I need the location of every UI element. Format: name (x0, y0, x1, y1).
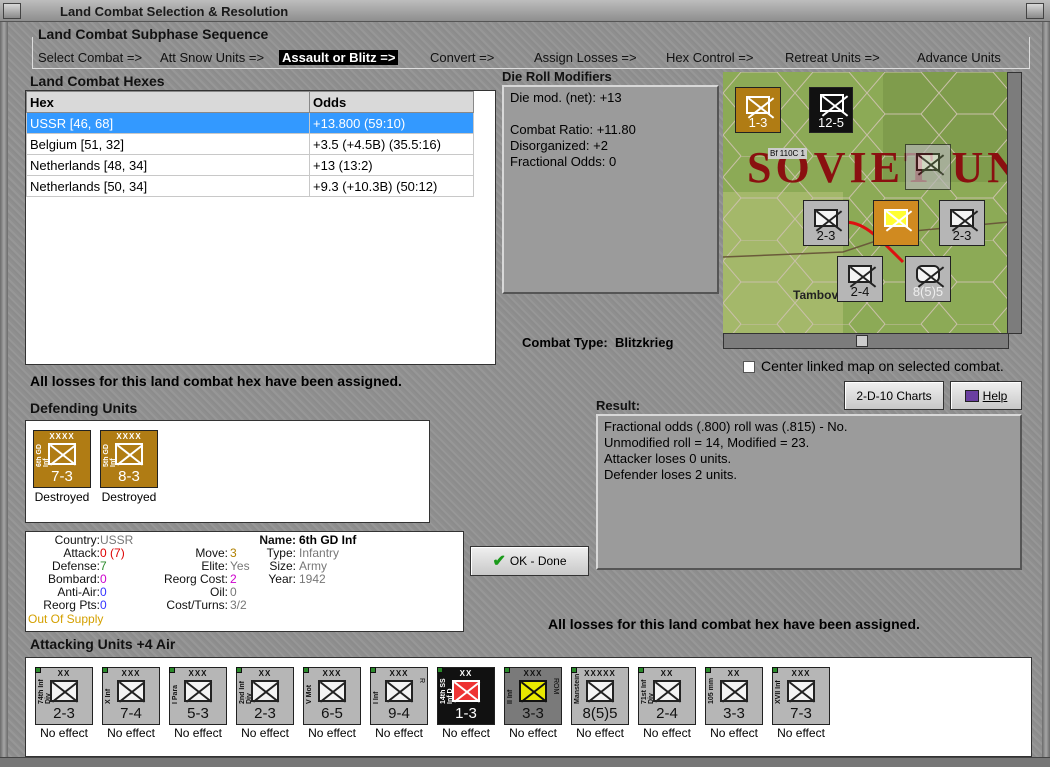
unit-status: No effect (777, 726, 825, 740)
attacking-unit[interactable]: XXX I Para 5-3 (169, 667, 227, 725)
defending-unit[interactable]: XXXX 6th GD Inf 7-3 (33, 430, 91, 488)
frame-left (0, 22, 8, 767)
map-unit[interactable]: 2-3 (939, 200, 985, 246)
fractional-odds: Fractional Odds: 0 (510, 154, 617, 169)
map-horizontal-scrollbar[interactable] (723, 333, 1009, 349)
unit-status: No effect (710, 726, 758, 740)
combat-hexes-table: Hex Odds USSR [46, 68] +13.800 (59:10) Be… (26, 91, 474, 197)
attacking-panel: XX 74th Inf Div 2-3 No effect XXX X Inf 7-4 No … (25, 657, 1032, 757)
attacking-unit[interactable]: XXX X Inf 7-4 (102, 667, 160, 725)
unit-status: No effect (576, 726, 624, 740)
map-unit[interactable] (873, 200, 919, 246)
result-line: Fractional odds (.800) roll was (.815) -… (604, 419, 848, 434)
title-bar: Land Combat Selection & Resolution (0, 0, 1050, 22)
column-header-hex[interactable]: Hex (26, 91, 310, 113)
center-map-label: Center linked map on selected combat. (761, 358, 1004, 374)
unit-status: No effect (107, 726, 155, 740)
step-select-combat[interactable]: Select Combat => (38, 50, 142, 65)
map-air-unit[interactable]: Bf 110C 1 (768, 148, 807, 159)
window-title: Land Combat Selection & Resolution (60, 4, 289, 19)
defending-unit[interactable]: XXXX 5th GD Inf 8-3 (100, 430, 158, 488)
result-line: Attacker loses 0 units. (604, 451, 732, 466)
unit-status: No effect (442, 726, 490, 740)
map-unit[interactable]: 2-3 (803, 200, 849, 246)
disorganized: Disorganized: +2 (510, 138, 608, 153)
die-roll-panel: Die mod. (net): +13 Combat Ratio: +11.80… (502, 85, 719, 294)
combat-type: Combat Type: Blitzkrieg (522, 335, 673, 350)
combat-type-value: Blitzkrieg (614, 335, 674, 350)
unit-status: No effect (375, 726, 423, 740)
attacking-unit[interactable]: XX 74th Inf Div 2-3 (35, 667, 93, 725)
combat-hexes-panel: Hex Odds USSR [46, 68] +13.800 (59:10) Be… (25, 90, 496, 365)
combat-hexes-title: Land Combat Hexes (30, 73, 165, 89)
column-header-odds[interactable]: Odds (309, 91, 474, 113)
map-unit[interactable]: 8(5)5 (905, 256, 951, 302)
book-icon (964, 389, 979, 402)
attacking-unit[interactable]: XXX I Inf R 9-4 (370, 667, 428, 725)
map-unit[interactable]: 1-3 (735, 87, 781, 133)
subphase-title: Land Combat Subphase Sequence (38, 26, 269, 42)
attacking-unit[interactable]: XX 2nd Inf Div 2-3 (236, 667, 294, 725)
combat-ratio: Combat Ratio: +11.80 (510, 122, 636, 137)
attacking-title: Attacking Units +4 Air (30, 636, 176, 652)
result-panel: Fractional odds (.800) roll was (.815) -… (596, 414, 1022, 570)
step-assault-blitz[interactable]: Assault or Blitz => (279, 50, 399, 65)
table-row[interactable]: Netherlands [50, 34] +9.3 (+10.3B) (50:12… (26, 175, 474, 197)
attacking-unit[interactable]: XXX V Mot 6-5 (303, 667, 361, 725)
die-roll-title: Die Roll Modifiers (502, 69, 612, 84)
unit-info-panel: Country: Attack: Defense: Bombard: Anti-Air:… (25, 531, 464, 632)
step-att-snow[interactable]: Att Snow Units => (160, 50, 264, 65)
center-map-checkbox[interactable] (743, 361, 755, 373)
attacking-unit[interactable]: XXX II Inf ROM 3-3 (504, 667, 562, 725)
unit-status: Destroyed (34, 490, 90, 504)
step-retreat[interactable]: Retreat Units => (785, 50, 880, 65)
attacking-unit[interactable]: XXXXX Manstein 8(5)5 (571, 667, 629, 725)
attacking-unit[interactable]: XX 14th SS Inf D 1-3 (437, 667, 495, 725)
map-vertical-scrollbar[interactable] (1007, 72, 1022, 334)
step-convert[interactable]: Convert => (430, 50, 494, 65)
unit-status: No effect (241, 726, 289, 740)
defending-panel: XXXX 6th GD Inf 7-3 Destroyed XXXX 5th GD I… (25, 420, 430, 523)
attacking-unit[interactable]: XXX XVII Inf 7-3 (772, 667, 830, 725)
status-bar (0, 757, 1050, 767)
frame-right (1042, 22, 1050, 767)
map-scroll-thumb[interactable] (856, 335, 868, 347)
map-unit[interactable] (905, 144, 951, 190)
losses-message-top: All losses for this land combat hex have… (30, 373, 402, 389)
unit-status: No effect (308, 726, 356, 740)
unit-status: Destroyed (101, 490, 157, 504)
supply-status: Out Of Supply (28, 612, 104, 626)
map-unit[interactable]: 12-5 (809, 87, 853, 133)
help-button[interactable]: Help (950, 381, 1022, 410)
unit-status: No effect (643, 726, 691, 740)
unit-status: No effect (174, 726, 222, 740)
unit-status: No effect (40, 726, 88, 740)
charts-button[interactable]: 2-D-10 Charts (844, 381, 944, 410)
linked-map[interactable]: SOVIET UNION Tambov Bf 110C 1 1-3 12-5 2… (723, 72, 1009, 334)
result-title: Result: (596, 398, 641, 413)
close-button[interactable] (1026, 3, 1044, 19)
defending-title: Defending Units (30, 400, 138, 416)
checkmark-icon: ✔ (492, 553, 506, 570)
combat-type-label: Combat Type: (522, 335, 608, 350)
attacking-unit[interactable]: XX 71st Inf Div 2-4 (638, 667, 696, 725)
die-mod-net: Die mod. (net): +13 (510, 90, 622, 105)
step-hex-control[interactable]: Hex Control => (666, 50, 753, 65)
result-line: Defender loses 2 units. (604, 467, 737, 482)
map-place-label: Tambov (793, 288, 839, 302)
attacking-unit[interactable]: XX 105 mm 3-3 (705, 667, 763, 725)
ok-done-button[interactable]: ✔ OK - Done (470, 546, 589, 576)
map-unit[interactable]: 2-4 (837, 256, 883, 302)
window-menu-button[interactable] (3, 3, 21, 19)
table-row[interactable]: USSR [46, 68] +13.800 (59:10) (26, 112, 474, 134)
unit-status: No effect (509, 726, 557, 740)
table-row[interactable]: Belgium [51, 32] +3.5 (+4.5B) (35.5:16) (26, 133, 474, 155)
step-advance[interactable]: Advance Units (917, 50, 1001, 65)
step-assign-losses[interactable]: Assign Losses => (534, 50, 637, 65)
table-row[interactable]: Netherlands [48, 34] +13 (13:2) (26, 154, 474, 176)
result-line: Unmodified roll = 14, Modified = 23. (604, 435, 810, 450)
losses-message-bottom: All losses for this land combat hex have… (548, 616, 920, 632)
